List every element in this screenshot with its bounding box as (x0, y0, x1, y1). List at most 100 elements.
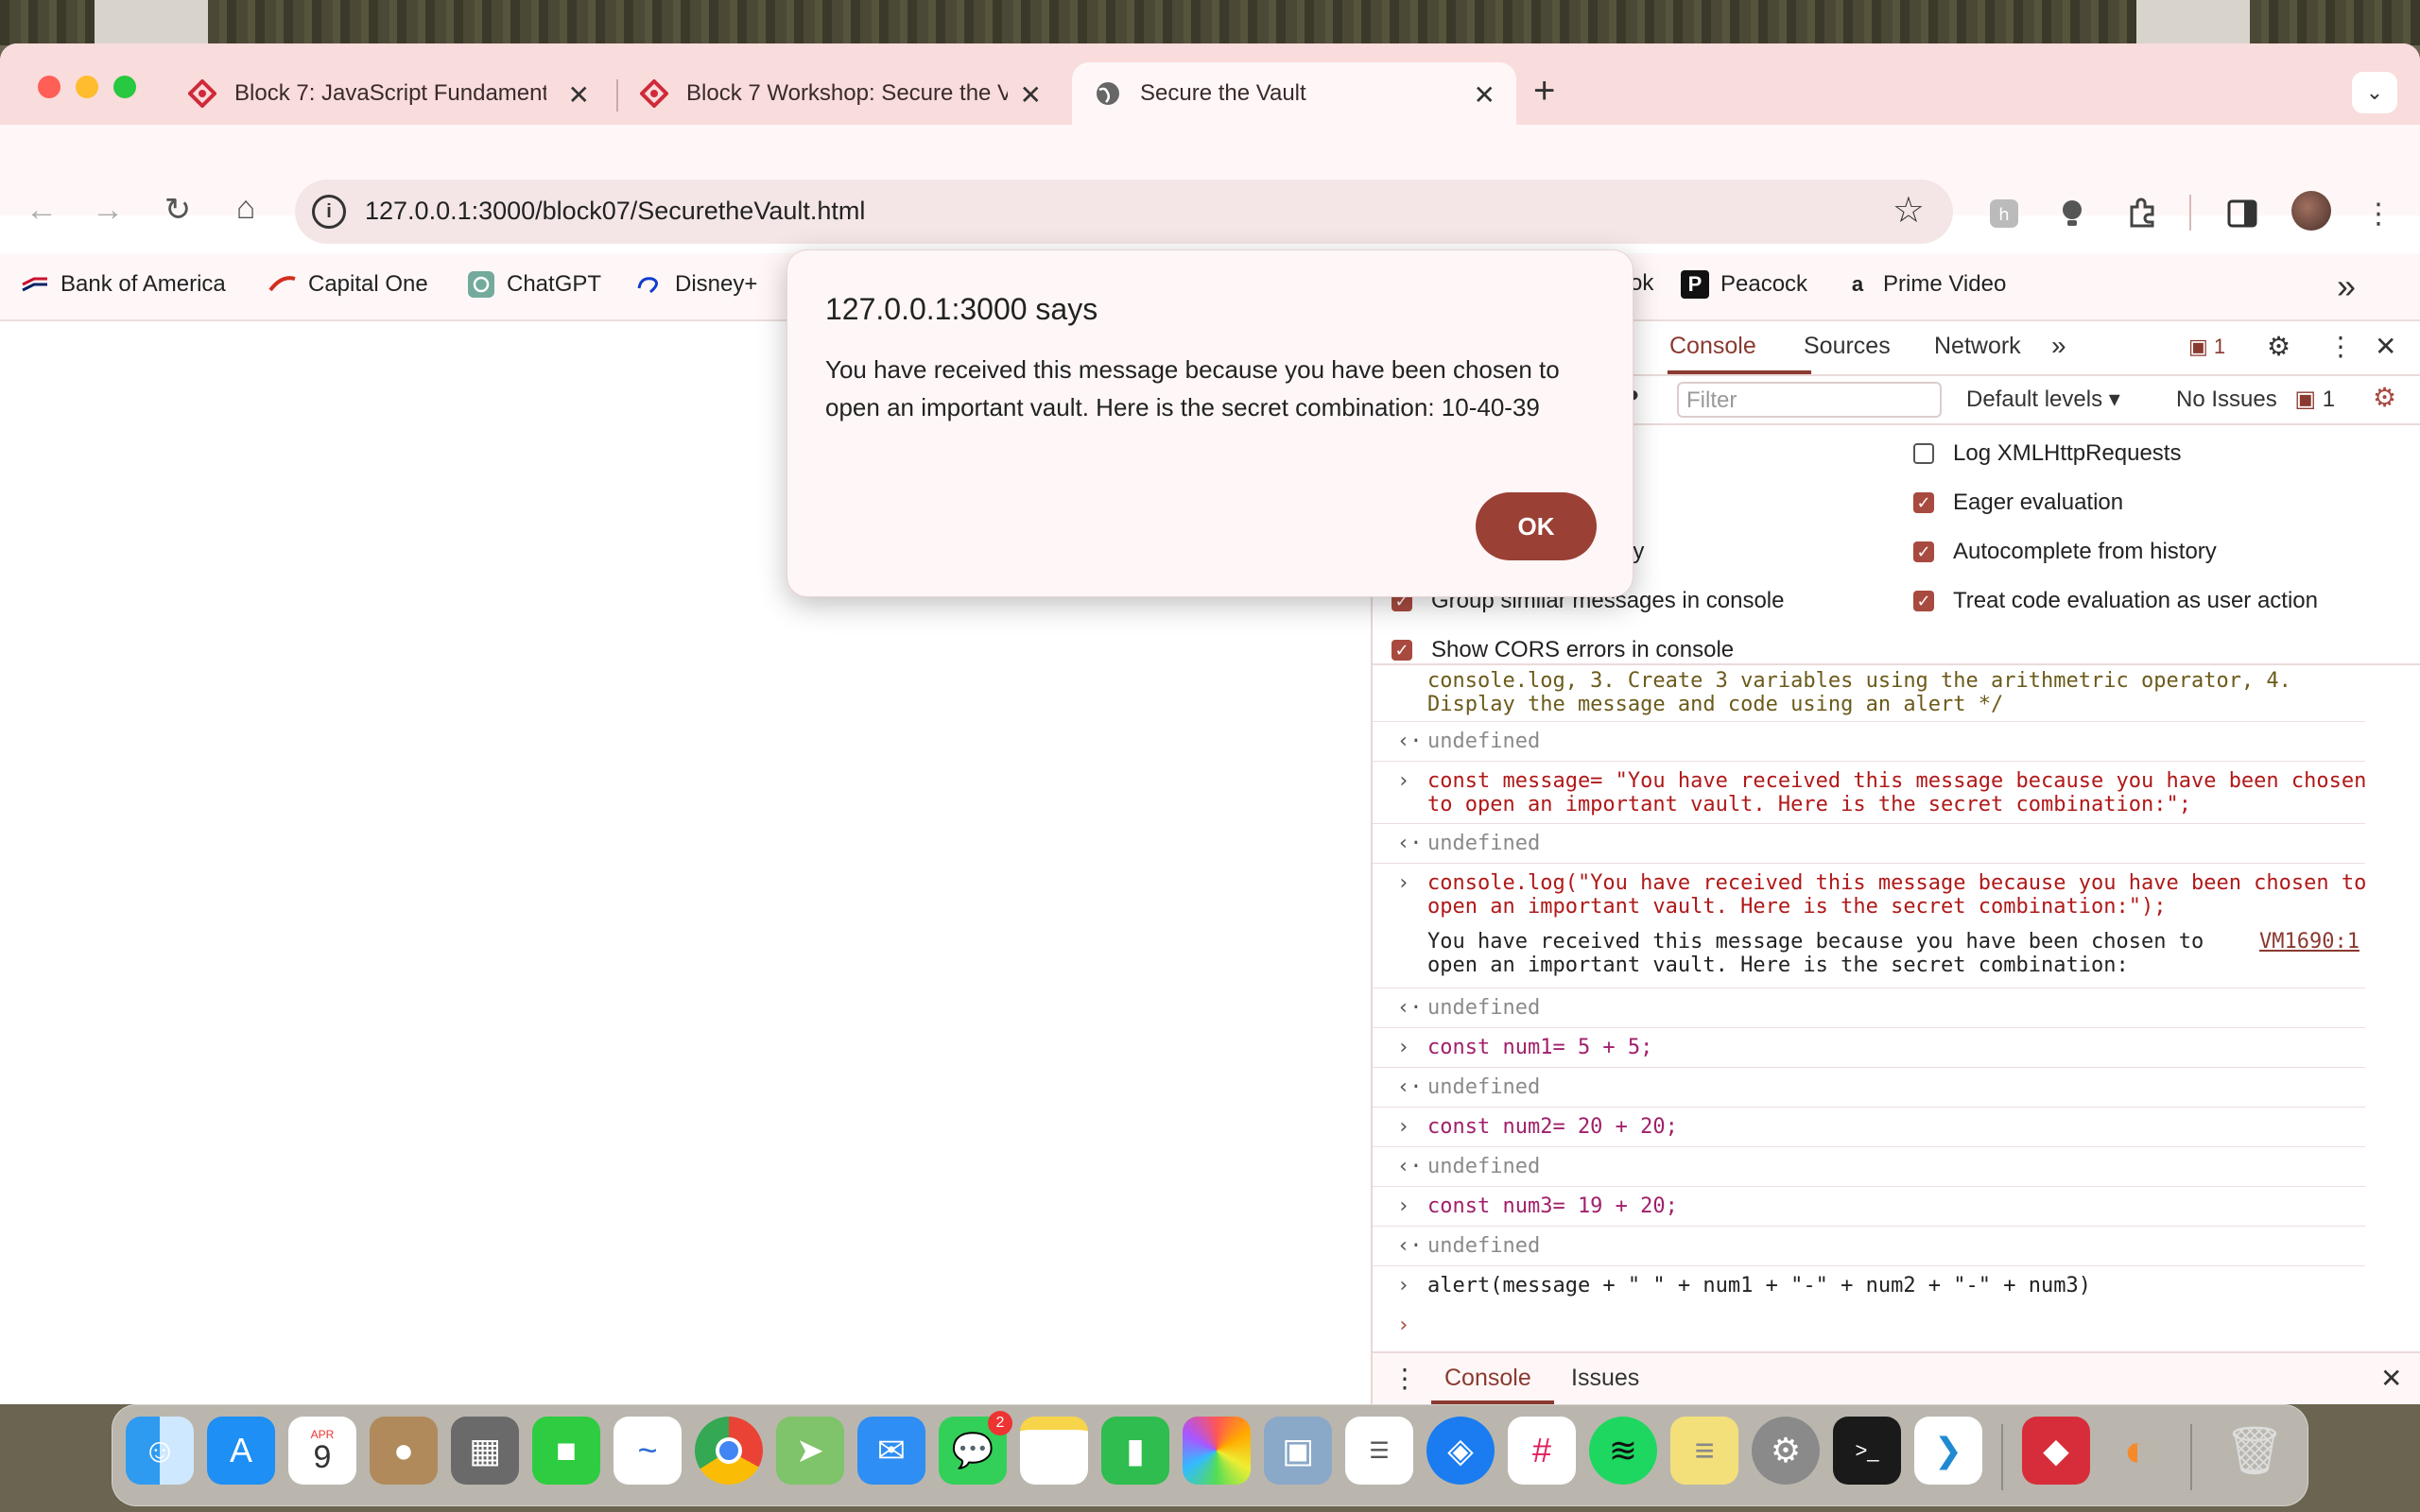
slack-icon[interactable]: # (1508, 1417, 1576, 1485)
bookmark-bank-of-america[interactable]: Bank of America (21, 270, 226, 299)
tab-block7-workshop[interactable]: Block 7 Workshop: Secure the Vault ✕ (618, 62, 1063, 125)
setting-eager-evaluation[interactable]: ✓ Eager evaluation (1913, 490, 2123, 516)
new-tab-button[interactable]: + (1533, 70, 1555, 112)
code-text[interactable]: const message= "You have received this m… (1427, 769, 2366, 793)
close-devtools-icon[interactable]: ✕ (2375, 331, 2396, 362)
setting-log-xhr[interactable]: Log XMLHttpRequests (1913, 440, 2181, 467)
messages-icon[interactable]: 💬 2 (939, 1411, 1012, 1485)
result-arrow-icon: ‹· (1397, 832, 1423, 855)
finder-icon[interactable]: ☺ (126, 1417, 194, 1485)
close-window-button[interactable] (38, 76, 60, 98)
tab-search-button[interactable]: ⌄ (2352, 72, 2397, 113)
console-entry: ‹· undefined (1373, 1227, 2365, 1266)
source-link[interactable]: VM1690:1 (2259, 930, 2360, 954)
setting-treat-code-eval[interactable]: ✓ Treat code evaluation as user action (1913, 588, 2318, 614)
checkbox[interactable]: ✓ (1392, 640, 1412, 661)
more-bookmarks-icon[interactable]: » (2337, 266, 2356, 306)
extension-icon[interactable]: h (1983, 193, 2025, 234)
setting-show-cors[interactable]: ✓ Show CORS errors in console (1392, 637, 1734, 663)
side-panel-icon[interactable] (2221, 193, 2263, 234)
puzzle-extensions-icon[interactable] (2121, 193, 2163, 234)
close-tab-icon[interactable]: ✕ (568, 79, 590, 111)
safari-icon[interactable]: ◈ (1426, 1417, 1495, 1485)
spotify-icon[interactable]: ≋ (1589, 1417, 1657, 1485)
ok-button[interactable]: OK (1476, 492, 1597, 560)
more-tabs-icon[interactable]: » (2051, 331, 2066, 361)
zoom-window-button[interactable] (113, 76, 136, 98)
url-text[interactable]: 127.0.0.1:3000/block07/SecuretheVault.ht… (365, 197, 865, 226)
checkbox[interactable]: ✓ (1913, 541, 1934, 562)
code-text[interactable]: open an important vault. Here is the sec… (1427, 895, 2166, 919)
dock-separator (2190, 1424, 2192, 1490)
contacts-icon[interactable]: ● (370, 1417, 438, 1485)
app-icon[interactable]: ◆ (2022, 1417, 2090, 1485)
preview-icon[interactable]: ▣ (1264, 1417, 1332, 1485)
address-bar[interactable]: i 127.0.0.1:3000/block07/SecuretheVault.… (295, 180, 1953, 244)
issues-badge[interactable]: ▣ 1 (2188, 335, 2225, 359)
console-entry: › const num1= 5 + 5; (1373, 1028, 2365, 1068)
trash-icon[interactable]: 🗑 (2221, 1417, 2289, 1485)
notes-icon[interactable] (1020, 1417, 1088, 1485)
system-settings-icon[interactable]: ⚙ (1752, 1417, 1820, 1485)
console-entry: › const num2= 20 + 20; (1373, 1108, 2365, 1147)
close-drawer-icon[interactable]: ✕ (2380, 1363, 2402, 1394)
code-text[interactable]: to open an important vault. Here is the … (1427, 793, 2191, 816)
calculator-icon[interactable]: ▦ (451, 1417, 519, 1485)
close-tab-icon[interactable]: ✕ (1474, 79, 1495, 111)
checkbox[interactable]: ✓ (1913, 492, 1934, 513)
tab-block7-fundamentals[interactable]: Block 7: JavaScript Fundamentals ✕ (166, 62, 611, 125)
reminders-icon[interactable]: ☰ (1345, 1417, 1413, 1485)
tab-console[interactable]: Console (1669, 333, 1756, 360)
lightbulb-extension-icon[interactable] (2051, 193, 2093, 234)
log-levels-dropdown[interactable]: Default levels ▾ (1966, 386, 2120, 413)
calendar-icon[interactable]: APR 9 (288, 1417, 356, 1485)
checkbox[interactable] (1913, 443, 1934, 464)
issues-button[interactable]: No Issues ▣ 1 (2176, 386, 2335, 413)
app-store-icon[interactable]: A (207, 1417, 275, 1485)
browser-app-icon[interactable]: ◐ (2103, 1417, 2171, 1485)
freeform-icon[interactable]: ~ (614, 1417, 682, 1485)
profile-avatar[interactable] (2291, 191, 2331, 231)
checkbox[interactable]: ✓ (1913, 591, 1934, 611)
close-tab-icon[interactable]: ✕ (1020, 79, 1042, 111)
filter-input[interactable]: Filter (1677, 382, 1942, 418)
bookmark-capital-one[interactable]: Capital One (268, 270, 428, 299)
devtools-menu-icon[interactable]: ⋮ (2327, 331, 2354, 362)
chrome-icon[interactable] (695, 1417, 763, 1485)
code-text[interactable]: const num1= 5 + 5; (1427, 1036, 1652, 1059)
forward-button[interactable]: → (87, 189, 129, 231)
home-button[interactable]: ⌂ (225, 187, 267, 229)
code-text[interactable]: const num2= 20 + 20; (1427, 1115, 1678, 1139)
console-prompt[interactable]: › (1373, 1306, 2365, 1346)
maps-icon[interactable]: ➤ (776, 1417, 844, 1485)
code-text[interactable]: console.log("You have received this mess… (1427, 871, 2366, 895)
console-settings-icon[interactable]: ⚙ (2373, 382, 2396, 413)
bookmark-prime-video[interactable]: a Prime Video (1843, 270, 2006, 299)
setting-autocomplete-history[interactable]: ✓ Autocomplete from history (1913, 539, 2217, 565)
drawer-menu-icon[interactable]: ⋮ (1392, 1363, 1418, 1394)
bookmark-peacock[interactable]: P Peacock (1681, 270, 1807, 299)
mail-icon[interactable]: ✉ (857, 1417, 925, 1485)
facetime-icon[interactable]: ■ (532, 1417, 600, 1485)
back-button[interactable]: ← (21, 189, 62, 231)
browser-menu-icon[interactable]: ⋮ (2358, 193, 2399, 234)
code-text[interactable]: const num3= 19 + 20; (1427, 1194, 1678, 1218)
minimize-window-button[interactable] (76, 76, 98, 98)
numbers-icon[interactable]: ▮ (1101, 1417, 1169, 1485)
terminal-icon[interactable]: >_ (1833, 1417, 1901, 1485)
reload-button[interactable]: ↻ (157, 189, 199, 231)
site-info-icon[interactable]: i (312, 195, 346, 229)
tab-secure-the-vault[interactable]: Secure the Vault ✕ (1072, 62, 1516, 125)
tab-network[interactable]: Network (1934, 333, 2021, 360)
code-text[interactable]: alert(message + " " + num1 + "-" + num2 … (1427, 1274, 2091, 1297)
devtools-settings-icon[interactable]: ⚙ (2267, 331, 2290, 362)
tab-sources[interactable]: Sources (1804, 333, 1891, 360)
bookmark-star-icon[interactable]: ☆ (1893, 189, 1925, 232)
vscode-icon[interactable]: ❯ (1914, 1417, 1982, 1485)
drawer-tab-issues[interactable]: Issues (1571, 1365, 1639, 1392)
photos-icon[interactable] (1183, 1417, 1251, 1485)
drawer-tab-console[interactable]: Console (1444, 1365, 1531, 1392)
stickies-icon[interactable]: ≡ (1670, 1417, 1738, 1485)
bookmark-chatgpt[interactable]: ChatGPT (467, 270, 601, 299)
bookmark-disney-plus[interactable]: Disney+ (635, 270, 757, 299)
